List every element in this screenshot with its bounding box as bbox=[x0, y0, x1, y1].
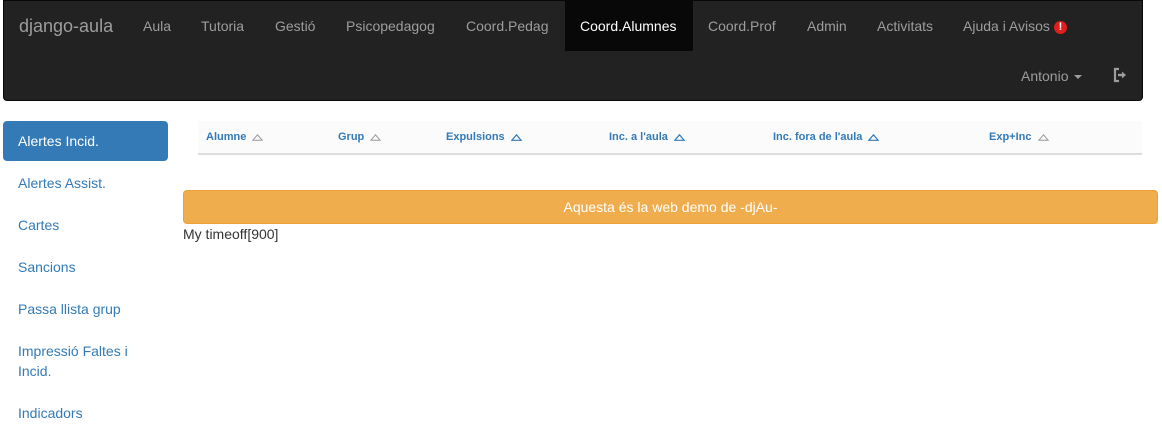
column-header-grup[interactable]: Grup bbox=[330, 121, 438, 155]
column-header-inc-aula[interactable]: Inc. a l'aula bbox=[601, 121, 765, 155]
nav-item-psicopedagog[interactable]: Psicopedagog bbox=[346, 1, 435, 51]
column-header-inc-fora-aula[interactable]: Inc. fora de l'aula bbox=[765, 121, 981, 155]
sidebar-item-alertes-assist[interactable]: Alertes Assist. bbox=[3, 163, 168, 203]
sidebar-item-impressio-faltes[interactable]: Impressió Faltes i Incid. bbox=[3, 331, 168, 391]
column-header-label: Exp+Inc bbox=[989, 131, 1032, 143]
timeoff-text: My timeoff[900] bbox=[183, 226, 279, 242]
sign-out-icon bbox=[1113, 67, 1126, 83]
logout-button[interactable] bbox=[1112, 67, 1128, 83]
column-header-exp-inc[interactable]: Exp+Inc bbox=[981, 121, 1142, 155]
column-header-label: Inc. fora de l'aula bbox=[773, 131, 863, 143]
nav-item-coord-pedag[interactable]: Coord.Pedag bbox=[466, 1, 549, 51]
column-header-label: Alumne bbox=[206, 131, 247, 143]
exclamation-circle-icon: ! bbox=[1053, 21, 1067, 34]
column-header-label: Expulsions bbox=[446, 131, 505, 143]
sort-ascending-icon bbox=[510, 133, 522, 141]
sort-ascending-icon bbox=[673, 133, 685, 141]
nav-item-tutoria[interactable]: Tutoria bbox=[201, 1, 244, 51]
nav-item-ajuda-avisos[interactable]: Ajuda i Avisos! bbox=[963, 1, 1067, 51]
nav-item-coord-prof[interactable]: Coord.Prof bbox=[708, 1, 776, 51]
brand-link[interactable]: django-aula bbox=[19, 1, 113, 51]
top-navbar: django-aula Aula Tutoria Gestió Psicoped… bbox=[3, 0, 1143, 101]
user-name: Antonio bbox=[1021, 68, 1069, 84]
sort-neutral-icon bbox=[1037, 133, 1049, 141]
column-header-expulsions[interactable]: Expulsions bbox=[438, 121, 601, 155]
sidebar-nav: Alertes Incid. Alertes Assist. Cartes Sa… bbox=[3, 121, 168, 435]
demo-warning-banner: Aquesta és la web demo de -djAu- bbox=[183, 190, 1158, 224]
nav-item-coord-alumnes[interactable]: Coord.Alumnes bbox=[565, 1, 693, 51]
nav-item-admin[interactable]: Admin bbox=[807, 1, 847, 51]
alerts-table-container: Alumne Grup Expulsions Inc. a l'aula Inc… bbox=[198, 121, 1142, 155]
sidebar-item-alertes-incid[interactable]: Alertes Incid. bbox=[3, 121, 168, 161]
column-header-label: Grup bbox=[338, 131, 365, 143]
sidebar-item-passa-llista-grup[interactable]: Passa llista grup bbox=[3, 289, 168, 329]
sidebar-item-cartes[interactable]: Cartes bbox=[3, 205, 168, 245]
sort-neutral-icon bbox=[252, 133, 264, 141]
sidebar-item-indicadors[interactable]: Indicadors bbox=[3, 393, 168, 433]
table-header-row: Alumne Grup Expulsions Inc. a l'aula Inc… bbox=[198, 121, 1142, 155]
column-header-label: Inc. a l'aula bbox=[609, 131, 668, 143]
caret-down-icon bbox=[1074, 75, 1083, 79]
column-header-alumne[interactable]: Alumne bbox=[198, 121, 330, 155]
nav-item-aula[interactable]: Aula bbox=[143, 1, 171, 51]
sidebar-item-sancions[interactable]: Sancions bbox=[3, 247, 168, 287]
sort-neutral-icon bbox=[370, 133, 382, 141]
nav-item-ajuda-label: Ajuda i Avisos bbox=[963, 18, 1050, 34]
nav-item-activitats[interactable]: Activitats bbox=[877, 1, 933, 51]
sort-ascending-icon bbox=[868, 133, 880, 141]
alerts-table: Alumne Grup Expulsions Inc. a l'aula Inc… bbox=[198, 121, 1142, 155]
nav-item-gestio[interactable]: Gestió bbox=[275, 1, 315, 51]
user-dropdown[interactable]: Antonio bbox=[1021, 51, 1083, 101]
